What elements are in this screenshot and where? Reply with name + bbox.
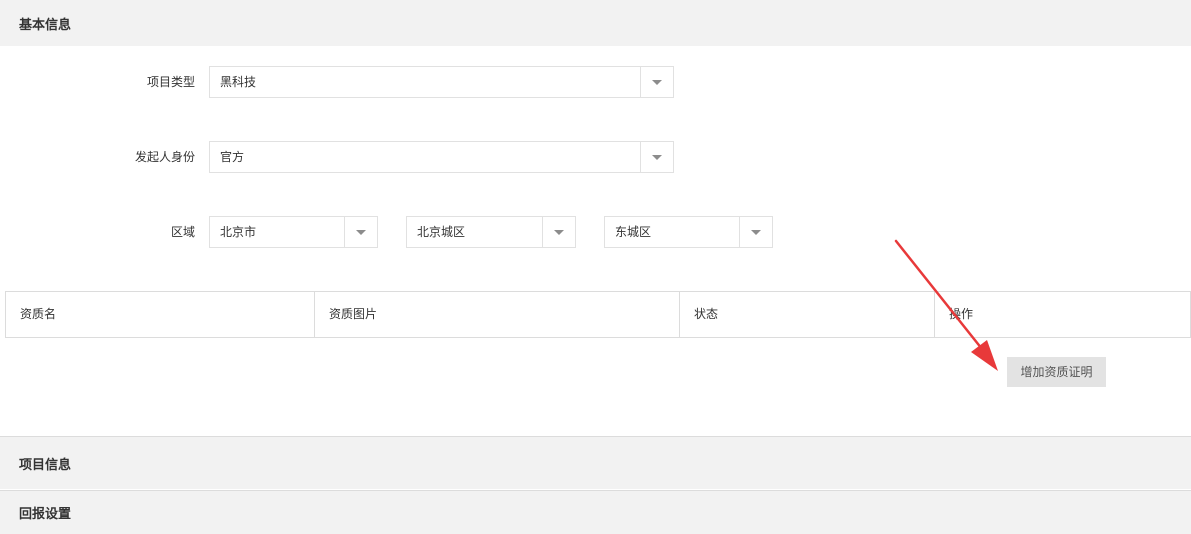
chevron-down-icon bbox=[554, 230, 564, 235]
section-title-basic-info: 基本信息 bbox=[19, 17, 72, 33]
project-type-dropdown-toggle[interactable] bbox=[640, 67, 673, 97]
annotation-arrow-head bbox=[971, 340, 998, 371]
column-header-qualification-name: 资质名 bbox=[6, 292, 315, 337]
region-city-dropdown-toggle[interactable] bbox=[542, 217, 575, 247]
column-header-status: 状态 bbox=[680, 292, 935, 337]
initiator-identity-dropdown-toggle[interactable] bbox=[640, 142, 673, 172]
chevron-down-icon bbox=[652, 155, 662, 160]
region-city-select[interactable]: 北京城区 bbox=[406, 216, 576, 248]
region-province-select[interactable]: 北京市 bbox=[209, 216, 378, 248]
region-district-value: 东城区 bbox=[615, 225, 652, 239]
project-type-value: 黑科技 bbox=[220, 75, 257, 89]
section-header-basic-info[interactable]: 基本信息 bbox=[0, 0, 1191, 46]
initiator-identity-select[interactable]: 官方 bbox=[209, 141, 674, 173]
region-district-select[interactable]: 东城区 bbox=[604, 216, 773, 248]
region-province-dropdown-toggle[interactable] bbox=[344, 217, 377, 247]
section-header-reward-settings[interactable]: 回报设置 bbox=[0, 490, 1191, 534]
column-header-qualification-image: 资质图片 bbox=[315, 292, 680, 337]
region-province-value: 北京市 bbox=[220, 225, 257, 239]
chevron-down-icon bbox=[751, 230, 761, 235]
project-type-label: 项目类型 bbox=[146, 75, 195, 89]
chevron-down-icon bbox=[652, 80, 662, 85]
section-title-project-info: 项目信息 bbox=[19, 457, 72, 473]
region-city-value: 北京城区 bbox=[417, 225, 466, 239]
column-header-actions: 操作 bbox=[949, 307, 974, 321]
region-label: 区域 bbox=[170, 225, 195, 239]
qualification-table: 资质名 资质图片 状态 操作 bbox=[5, 291, 1191, 338]
section-title-reward-settings: 回报设置 bbox=[19, 507, 72, 522]
initiator-identity-value: 官方 bbox=[220, 150, 245, 164]
section-header-project-info[interactable]: 项目信息 bbox=[0, 436, 1191, 489]
region-district-dropdown-toggle[interactable] bbox=[739, 217, 772, 247]
add-qualification-button[interactable]: 增加资质证明 bbox=[1007, 357, 1106, 387]
project-type-select[interactable]: 黑科技 bbox=[209, 66, 674, 98]
initiator-identity-label: 发起人身份 bbox=[134, 150, 195, 164]
chevron-down-icon bbox=[356, 230, 366, 235]
